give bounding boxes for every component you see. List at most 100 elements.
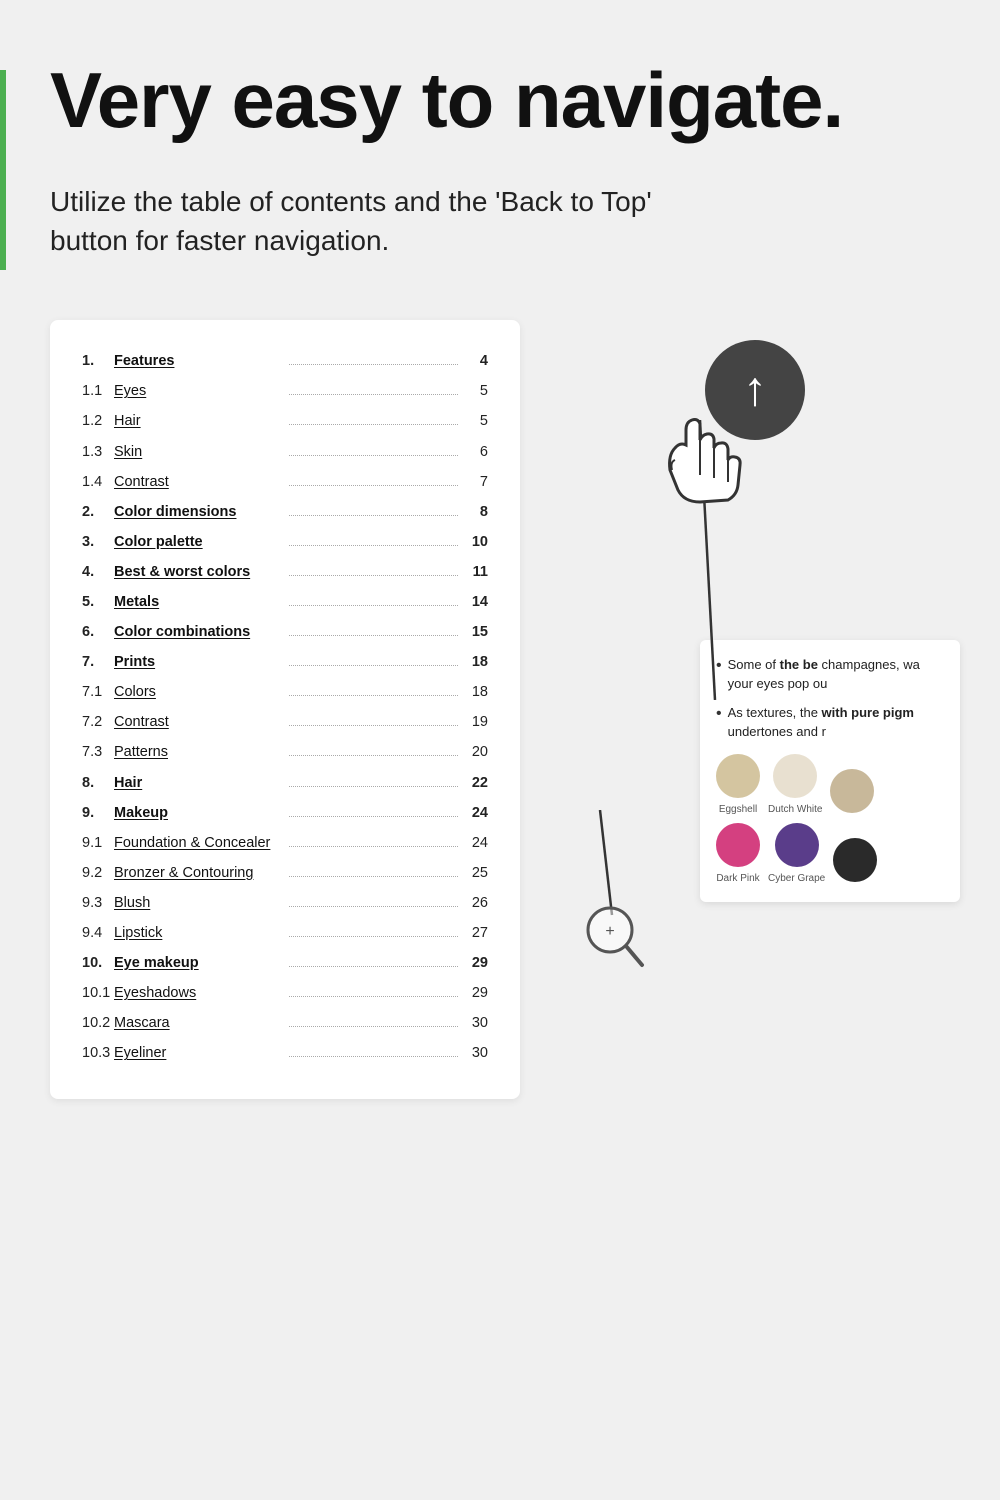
toc-label[interactable]: Bronzer & Contouring — [114, 860, 283, 886]
toc-number: 7.2 — [82, 709, 114, 735]
toc-page: 4 — [464, 348, 488, 374]
toc-row[interactable]: 9.Makeup24 — [82, 800, 488, 826]
toc-label[interactable]: Hair — [114, 408, 283, 434]
swatch-dark-pink: Dark Pink — [716, 823, 760, 886]
toc-number: 7. — [82, 649, 114, 675]
toc-label[interactable]: Skin — [114, 439, 283, 465]
toc-dots — [289, 876, 458, 877]
toc-dots — [289, 455, 458, 456]
toc-dots — [289, 755, 458, 756]
toc-label[interactable]: Lipstick — [114, 920, 283, 946]
toc-label[interactable]: Color combinations — [114, 619, 283, 645]
toc-number: 1.1 — [82, 378, 114, 404]
toc-row[interactable]: 7.Prints18 — [82, 649, 488, 675]
toc-row[interactable]: 1.1Eyes5 — [82, 378, 488, 404]
toc-row[interactable]: 1.Features 4 — [82, 348, 488, 374]
toc-dots — [289, 605, 458, 606]
color-swatches-row2: Dark Pink Cyber Grape — [716, 823, 944, 886]
toc-label[interactable]: Patterns — [114, 739, 283, 765]
toc-label[interactable]: Features — [114, 348, 283, 374]
snippet-text-2: As textures, the with pure pigm underton… — [728, 704, 944, 742]
toc-number: 9.1 — [82, 830, 114, 856]
toc-label[interactable]: Foundation & Concealer — [114, 830, 283, 856]
toc-label[interactable]: Contrast — [114, 709, 283, 735]
toc-row[interactable]: 10.Eye makeup29 — [82, 950, 488, 976]
swatch-cyber-grape-label: Cyber Grape — [768, 871, 825, 886]
hero-subtitle: Utilize the table of contents and the 'B… — [50, 182, 730, 260]
toc-dots — [289, 485, 458, 486]
toc-row[interactable]: 9.4Lipstick 27 — [82, 920, 488, 946]
toc-label[interactable]: Contrast — [114, 469, 283, 495]
toc-page: 30 — [464, 1010, 488, 1036]
hero-title: Very easy to navigate. — [50, 60, 950, 142]
toc-dots — [289, 575, 458, 576]
toc-row[interactable]: 4.Best & worst colors11 — [82, 559, 488, 585]
toc-number: 7.3 — [82, 739, 114, 765]
swatch-eggshell: Eggshell — [716, 754, 760, 817]
toc-row[interactable]: 1.3Skin6 — [82, 439, 488, 465]
toc-row[interactable]: 10.3Eyeliner30 — [82, 1040, 488, 1066]
toc-label[interactable]: Hair — [114, 770, 283, 796]
swatch-dutch-white-label: Dutch White — [768, 802, 822, 817]
svg-text:+: + — [605, 923, 614, 940]
toc-label[interactable]: Eye makeup — [114, 950, 283, 976]
toc-row[interactable]: 1.4Contrast7 — [82, 469, 488, 495]
toc-page: 22 — [464, 770, 488, 796]
toc-dots — [289, 906, 458, 907]
toc-row[interactable]: 5.Metals14 — [82, 589, 488, 615]
toc-label[interactable]: Color palette — [114, 529, 283, 555]
swatch-extra-circle — [830, 769, 874, 813]
toc-number: 3. — [82, 529, 114, 555]
toc-dots — [289, 665, 458, 666]
page: Very easy to navigate. Utilize the table… — [0, 0, 1000, 1500]
swatch-dutch-white-circle — [773, 754, 817, 798]
toc-row[interactable]: 6.Color combinations 15 — [82, 619, 488, 645]
toc-page: 15 — [464, 619, 488, 645]
toc-row[interactable]: 9.3Blush26 — [82, 890, 488, 916]
color-swatches: Eggshell Dutch White — [716, 754, 944, 817]
toc-label[interactable]: Best & worst colors — [114, 559, 283, 585]
toc-row[interactable]: 9.2Bronzer & Contouring25 — [82, 860, 488, 886]
swatch-dark-circle — [833, 838, 877, 882]
toc-row[interactable]: 2.Color dimensions8 — [82, 499, 488, 525]
toc-label[interactable]: Metals — [114, 589, 283, 615]
toc-label[interactable]: Prints — [114, 649, 283, 675]
toc-page: 26 — [464, 890, 488, 916]
toc-dots — [289, 1056, 458, 1057]
toc-row[interactable]: 9.1Foundation & Concealer24 — [82, 830, 488, 856]
toc-label[interactable]: Colors — [114, 679, 283, 705]
toc-dots — [289, 966, 458, 967]
toc-number: 6. — [82, 619, 114, 645]
toc-label[interactable]: Color dimensions — [114, 499, 283, 525]
toc-dots — [289, 1026, 458, 1027]
toc-page: 18 — [464, 679, 488, 705]
toc-label[interactable]: Makeup — [114, 800, 283, 826]
swatch-dark — [833, 838, 877, 886]
toc-row[interactable]: 1.2Hair5 — [82, 408, 488, 434]
toc-row[interactable]: 3.Color palette10 — [82, 529, 488, 555]
toc-row[interactable]: 7.3Patterns 20 — [82, 739, 488, 765]
toc-row[interactable]: 8.Hair22 — [82, 770, 488, 796]
bullet-item-2: • As textures, the with pure pigm undert… — [716, 704, 944, 742]
toc-page: 11 — [464, 559, 488, 585]
toc-page: 27 — [464, 920, 488, 946]
toc-number: 1. — [82, 348, 114, 374]
swatch-cyber-grape: Cyber Grape — [768, 823, 825, 886]
toc-row[interactable]: 7.2Contrast19 — [82, 709, 488, 735]
swatch-eggshell-label: Eggshell — [719, 802, 757, 817]
toc-label[interactable]: Blush — [114, 890, 283, 916]
toc-row[interactable]: 10.1Eyeshadows29 — [82, 980, 488, 1006]
hand-cursor-icon — [640, 400, 760, 525]
toc-dots — [289, 725, 458, 726]
toc-label[interactable]: Eyeshadows — [114, 980, 283, 1006]
toc-row[interactable]: 10.2Mascara30 — [82, 1010, 488, 1036]
toc-number: 10.3 — [82, 1040, 114, 1066]
toc-label[interactable]: Eyes — [114, 378, 283, 404]
toc-label[interactable]: Eyeliner — [114, 1040, 283, 1066]
swatch-dark-pink-label: Dark Pink — [716, 871, 759, 886]
toc-page: 29 — [464, 980, 488, 1006]
toc-label[interactable]: Mascara — [114, 1010, 283, 1036]
toc-number: 9.4 — [82, 920, 114, 946]
toc-row[interactable]: 7.1Colors18 — [82, 679, 488, 705]
toc-page: 20 — [464, 739, 488, 765]
